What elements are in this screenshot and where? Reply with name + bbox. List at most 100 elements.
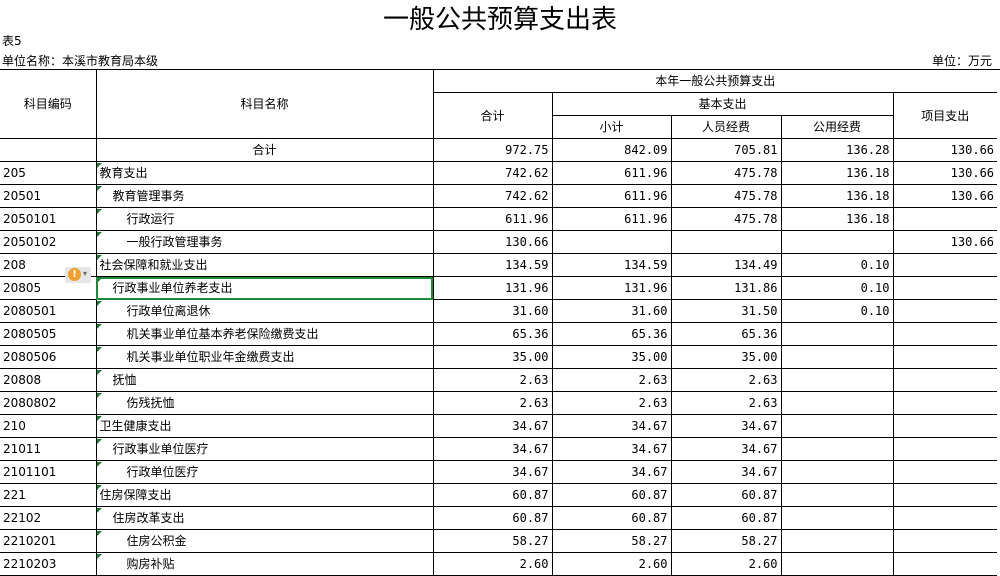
personnel-cell[interactable]: 134.49	[671, 253, 782, 277]
name-cell[interactable]: 行政运行	[96, 207, 434, 231]
code-cell[interactable]: 2050102	[0, 230, 97, 254]
total-cell[interactable]: 742.62	[433, 184, 553, 208]
name-cell[interactable]: 住房保障支出	[96, 483, 434, 507]
public-cell[interactable]: 0.10	[781, 253, 894, 277]
public-cell[interactable]	[781, 506, 894, 530]
public-cell[interactable]	[781, 414, 894, 438]
code-cell[interactable]: 2210203	[0, 552, 97, 576]
name-cell[interactable]: 教育管理事务	[96, 184, 434, 208]
project-cell[interactable]	[893, 552, 998, 576]
public-cell[interactable]	[781, 529, 894, 553]
subtotal-cell[interactable]: 2.63	[552, 391, 672, 415]
total-cell[interactable]: 65.36	[433, 322, 553, 346]
code-cell[interactable]: 221	[0, 483, 97, 507]
total-cell[interactable]: 134.59	[433, 253, 553, 277]
code-cell[interactable]: 2101101	[0, 460, 97, 484]
error-check-button[interactable]: ! ▾	[65, 267, 91, 283]
code-cell[interactable]: 2050101	[0, 207, 97, 231]
public-cell[interactable]	[781, 552, 894, 576]
public-cell[interactable]	[781, 460, 894, 484]
code-cell[interactable]: 21011	[0, 437, 97, 461]
public-cell[interactable]	[781, 368, 894, 392]
project-cell[interactable]	[893, 207, 998, 231]
subtotal-cell[interactable]: 34.67	[552, 437, 672, 461]
code-cell[interactable]: 20808	[0, 368, 97, 392]
personnel-cell[interactable]: 2.60	[671, 552, 782, 576]
total-cell[interactable]: 60.87	[433, 483, 553, 507]
project-cell[interactable]	[893, 368, 998, 392]
public-cell[interactable]: 136.18	[781, 161, 894, 185]
subtotal-cell[interactable]: 31.60	[552, 299, 672, 323]
public-cell[interactable]: 136.18	[781, 207, 894, 231]
public-cell[interactable]	[781, 437, 894, 461]
personnel-cell[interactable]: 705.81	[671, 138, 782, 162]
subtotal-cell[interactable]: 131.96	[552, 276, 672, 300]
code-cell[interactable]: 2080505	[0, 322, 97, 346]
personnel-cell[interactable]: 60.87	[671, 483, 782, 507]
total-cell[interactable]: 2.63	[433, 391, 553, 415]
project-cell[interactable]	[893, 299, 998, 323]
code-cell[interactable]: 2080506	[0, 345, 97, 369]
name-cell[interactable]: 行政单位医疗	[96, 460, 434, 484]
total-cell[interactable]: 742.62	[433, 161, 553, 185]
personnel-cell[interactable]: 475.78	[671, 184, 782, 208]
total-cell[interactable]: 611.96	[433, 207, 553, 231]
personnel-cell[interactable]: 31.50	[671, 299, 782, 323]
total-cell[interactable]: 58.27	[433, 529, 553, 553]
project-cell[interactable]	[893, 437, 998, 461]
total-cell[interactable]: 60.87	[433, 506, 553, 530]
subtotal-cell[interactable]: 611.96	[552, 184, 672, 208]
public-cell[interactable]: 136.28	[781, 138, 894, 162]
code-cell[interactable]: 2210201	[0, 529, 97, 553]
code-cell[interactable]: 22102	[0, 506, 97, 530]
public-cell[interactable]	[781, 483, 894, 507]
name-cell[interactable]: 伤残抚恤	[96, 391, 434, 415]
code-cell[interactable]: 210	[0, 414, 97, 438]
subtotal-cell[interactable]: 60.87	[552, 506, 672, 530]
public-cell[interactable]: 136.18	[781, 184, 894, 208]
name-cell[interactable]: 购房补贴	[96, 552, 434, 576]
project-cell[interactable]	[893, 345, 998, 369]
total-cell[interactable]: 35.00	[433, 345, 553, 369]
project-cell[interactable]	[893, 391, 998, 415]
name-cell[interactable]: 行政事业单位医疗	[96, 437, 434, 461]
public-cell[interactable]	[781, 345, 894, 369]
personnel-cell[interactable]: 34.67	[671, 460, 782, 484]
public-cell[interactable]: 0.10	[781, 276, 894, 300]
total-cell[interactable]: 2.63	[433, 368, 553, 392]
name-cell[interactable]: 教育支出	[96, 161, 434, 185]
project-cell[interactable]	[893, 322, 998, 346]
name-cell[interactable]: 行政事业单位养老支出	[96, 276, 434, 300]
personnel-cell[interactable]: 35.00	[671, 345, 782, 369]
total-cell[interactable]: 34.67	[433, 414, 553, 438]
public-cell[interactable]	[781, 230, 894, 254]
subtotal-cell[interactable]: 2.60	[552, 552, 672, 576]
name-cell[interactable]: 合计	[96, 138, 434, 162]
code-cell[interactable]: 20501	[0, 184, 97, 208]
code-cell[interactable]: 2080802	[0, 391, 97, 415]
total-cell[interactable]: 130.66	[433, 230, 553, 254]
name-cell[interactable]: 住房公积金	[96, 529, 434, 553]
personnel-cell[interactable]: 2.63	[671, 391, 782, 415]
project-cell[interactable]	[893, 483, 998, 507]
subtotal-cell[interactable]	[552, 230, 672, 254]
name-cell[interactable]: 机关事业单位职业年金缴费支出	[96, 345, 434, 369]
total-cell[interactable]: 34.67	[433, 437, 553, 461]
subtotal-cell[interactable]: 611.96	[552, 161, 672, 185]
personnel-cell[interactable]: 131.86	[671, 276, 782, 300]
subtotal-cell[interactable]: 58.27	[552, 529, 672, 553]
code-cell[interactable]: 205	[0, 161, 97, 185]
total-cell[interactable]: 34.67	[433, 460, 553, 484]
project-cell[interactable]: 130.66	[893, 138, 998, 162]
subtotal-cell[interactable]: 65.36	[552, 322, 672, 346]
subtotal-cell[interactable]: 34.67	[552, 460, 672, 484]
subtotal-cell[interactable]: 842.09	[552, 138, 672, 162]
total-cell[interactable]: 2.60	[433, 552, 553, 576]
project-cell[interactable]: 130.66	[893, 184, 998, 208]
name-cell[interactable]: 抚恤	[96, 368, 434, 392]
subtotal-cell[interactable]: 611.96	[552, 207, 672, 231]
personnel-cell[interactable]: 65.36	[671, 322, 782, 346]
subtotal-cell[interactable]: 35.00	[552, 345, 672, 369]
total-cell[interactable]: 972.75	[433, 138, 553, 162]
personnel-cell[interactable]: 34.67	[671, 437, 782, 461]
